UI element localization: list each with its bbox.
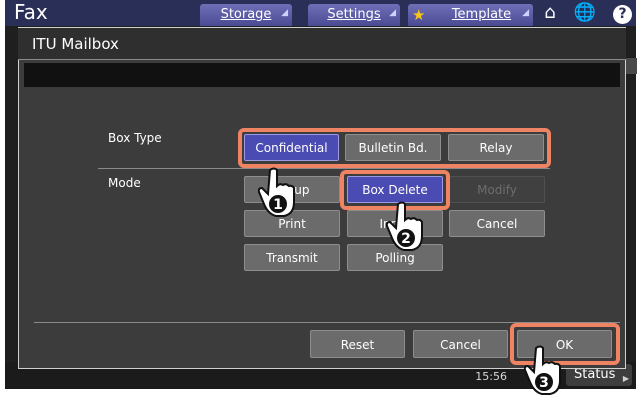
message-bar bbox=[24, 63, 620, 87]
tab-template[interactable]: ★ Template ◢ bbox=[408, 4, 533, 26]
mode-modify-button: Modify bbox=[449, 176, 545, 203]
globe-icon[interactable]: 🌐 bbox=[572, 1, 598, 25]
reset-button[interactable]: Reset bbox=[310, 330, 405, 358]
box-type-label: Box Type bbox=[108, 131, 162, 145]
app-title: Fax bbox=[14, 0, 48, 24]
mode-cancel-button[interactable]: Cancel bbox=[449, 210, 545, 237]
tab-template-label: Template bbox=[451, 7, 512, 22]
divider bbox=[98, 168, 550, 169]
tab-storage[interactable]: Storage ◢ bbox=[200, 4, 292, 26]
tab-settings-label: Settings bbox=[327, 7, 381, 22]
help-icon[interactable]: ? bbox=[613, 5, 632, 24]
mode-label: Mode bbox=[108, 176, 141, 190]
pointing-hand-icon: 3 bbox=[524, 345, 561, 395]
chevron-right-icon: ▶ bbox=[622, 374, 629, 383]
tab-storage-label: Storage bbox=[220, 7, 272, 22]
cancel-button[interactable]: Cancel bbox=[413, 330, 508, 358]
callout-number: 2 bbox=[401, 231, 411, 247]
mode-transmit-button[interactable]: Transmit bbox=[244, 244, 340, 271]
box-type-highlight bbox=[238, 128, 551, 168]
tab-settings[interactable]: Settings ◢ bbox=[308, 4, 400, 26]
pointing-hand-icon: 1 bbox=[258, 167, 295, 217]
star-icon: ★ bbox=[412, 6, 426, 24]
status-label: Status bbox=[574, 367, 616, 382]
time-text: 15:56 bbox=[475, 370, 507, 383]
chevron-down-icon: ◢ bbox=[281, 8, 288, 18]
chevron-down-icon: ◢ bbox=[522, 8, 529, 18]
pointing-hand-icon: 2 bbox=[386, 201, 423, 251]
home-icon[interactable]: ⌂ bbox=[537, 1, 563, 25]
callout-number: 1 bbox=[273, 197, 283, 213]
side-strip bbox=[626, 58, 637, 74]
chevron-down-icon: ◢ bbox=[389, 8, 396, 18]
callout-number: 3 bbox=[539, 375, 549, 391]
dialog-title: ITU Mailbox bbox=[18, 28, 626, 60]
